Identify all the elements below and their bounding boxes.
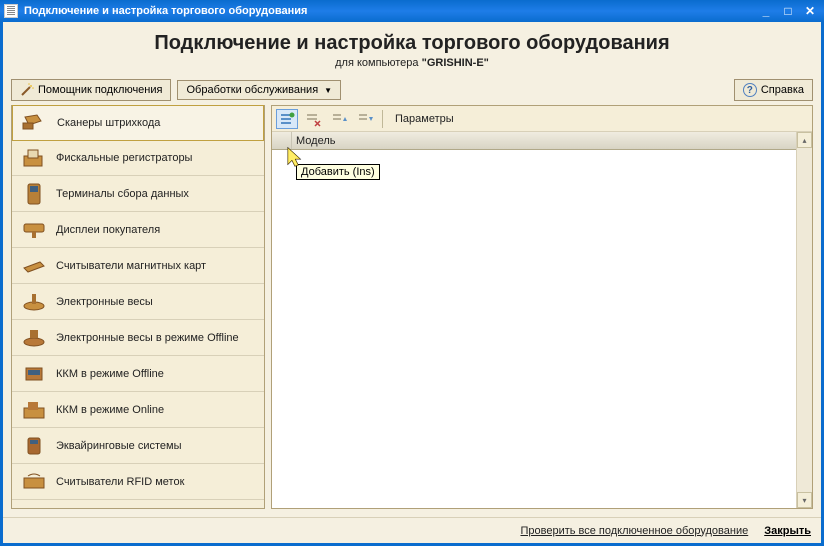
cash-register-online-icon xyxy=(20,398,48,422)
window-title: Подключение и настройка торгового оборуд… xyxy=(24,5,756,17)
page-title: Подключение и настройка торгового оборуд… xyxy=(3,32,821,55)
fiscal-printer-icon xyxy=(20,146,48,170)
help-icon: ? xyxy=(743,83,757,97)
sidebar-item-customer-displays[interactable]: Дисплеи покупателя xyxy=(12,212,264,248)
sidebar-item-label: Считыватели магнитных карт xyxy=(56,260,206,272)
window-controls: _ □ ✕ xyxy=(756,3,820,19)
document-icon xyxy=(4,4,18,18)
add-tooltip: Добавить (Ins) xyxy=(296,164,380,180)
sidebar-item-label: Дисплеи покупателя xyxy=(56,224,160,236)
list-header-model-column[interactable]: Модель xyxy=(292,135,335,147)
delete-row-icon xyxy=(305,111,321,127)
sidebar-item-label: Считыватели RFID меток xyxy=(56,476,184,488)
list-header: Модель xyxy=(272,132,796,150)
sidebar-item-label: Эквайринговые системы xyxy=(56,440,182,452)
list-header-marker-column[interactable] xyxy=(272,132,292,149)
scroll-track[interactable] xyxy=(797,148,812,492)
minimize-button[interactable]: _ xyxy=(756,3,776,19)
toolbar-separator xyxy=(382,110,383,128)
sidebar-item-label: Фискальные регистраторы xyxy=(56,152,192,164)
sidebar-item-acquiring-systems[interactable]: Эквайринговые системы xyxy=(12,428,264,464)
main-panel: Параметры Модель Добавить (Ins) xyxy=(271,105,813,509)
sidebar-item-barcode-scanners[interactable]: Сканеры штрихкода xyxy=(12,105,264,141)
scroll-up-button[interactable]: ▴ xyxy=(797,132,812,148)
scale-icon xyxy=(20,290,48,314)
category-sidebar: Сканеры штрихкода Фискальные регистратор… xyxy=(11,105,265,509)
sidebar-item-scales-offline[interactable]: Электронные весы в режиме Offline xyxy=(12,320,264,356)
move-down-button[interactable] xyxy=(354,109,376,129)
check-equipment-link[interactable]: Проверить все подключенное оборудование xyxy=(520,525,748,537)
sidebar-item-data-terminals[interactable]: Терминалы сбора данных xyxy=(12,176,264,212)
close-button[interactable]: Закрыть xyxy=(764,525,811,537)
sidebar-item-label: Терминалы сбора данных xyxy=(56,188,189,200)
sidebar-item-label: Электронные весы xyxy=(56,296,153,308)
rfid-reader-icon xyxy=(20,470,48,494)
help-button[interactable]: ? Справка xyxy=(734,79,813,101)
page-subtitle: для компьютера "GRISHIN-E" xyxy=(3,57,821,69)
sidebar-item-cash-register-online[interactable]: ККМ в режиме Online xyxy=(12,392,264,428)
parameters-link[interactable]: Параметры xyxy=(395,113,454,125)
titlebar: Подключение и настройка торгового оборуд… xyxy=(0,0,824,22)
sidebar-item-scales[interactable]: Электронные весы xyxy=(12,284,264,320)
service-dropdown-button[interactable]: Обработки обслуживания ▼ xyxy=(177,80,341,100)
scale-offline-icon xyxy=(20,326,48,350)
chevron-down-icon: ▼ xyxy=(324,86,332,95)
sidebar-item-label: ККМ в режиме Offline xyxy=(56,368,164,380)
sidebar-item-magnetic-card-readers[interactable]: Считыватели магнитных карт xyxy=(12,248,264,284)
scroll-down-button[interactable]: ▾ xyxy=(797,492,812,508)
equipment-list: Модель Добавить (Ins) ▴ ▾ xyxy=(272,132,812,508)
service-dropdown-label: Обработки обслуживания xyxy=(186,84,318,96)
pos-terminal-icon xyxy=(20,434,48,458)
barcode-scanner-icon xyxy=(21,111,49,135)
wand-icon xyxy=(20,83,34,97)
sidebar-item-fiscal-registers[interactable]: Фискальные регистраторы xyxy=(12,140,264,176)
footer: Проверить все подключенное оборудование … xyxy=(3,517,821,543)
delete-button[interactable] xyxy=(302,109,324,129)
panel-toolbar: Параметры xyxy=(272,106,812,132)
sidebar-item-label: Сканеры штрихкода xyxy=(57,117,160,129)
customer-display-icon xyxy=(20,218,48,242)
add-row-icon xyxy=(279,111,295,127)
list-body[interactable]: Добавить (Ins) xyxy=(272,150,796,508)
move-up-button[interactable] xyxy=(328,109,350,129)
sidebar-item-rfid-readers[interactable]: Считыватели RFID меток xyxy=(12,464,264,500)
assistant-button-label: Помощник подключения xyxy=(38,84,162,96)
help-button-label: Справка xyxy=(761,84,804,96)
card-reader-icon xyxy=(20,254,48,278)
close-window-button[interactable]: ✕ xyxy=(800,3,820,19)
move-up-icon xyxy=(331,111,347,127)
maximize-button[interactable]: □ xyxy=(778,3,798,19)
main-toolbar: Помощник подключения Обработки обслужива… xyxy=(3,75,821,105)
sidebar-item-label: Электронные весы в режиме Offline xyxy=(56,332,239,344)
header: Подключение и настройка торгового оборуд… xyxy=(3,22,821,75)
sidebar-item-label: ККМ в режиме Online xyxy=(56,404,164,416)
vertical-scrollbar[interactable]: ▴ ▾ xyxy=(796,132,812,508)
assistant-button[interactable]: Помощник подключения xyxy=(11,79,171,101)
cash-register-offline-icon xyxy=(20,362,48,386)
add-button[interactable] xyxy=(276,109,298,129)
data-terminal-icon xyxy=(20,182,48,206)
sidebar-item-cash-register-offline[interactable]: ККМ в режиме Offline xyxy=(12,356,264,392)
move-down-icon xyxy=(357,111,373,127)
